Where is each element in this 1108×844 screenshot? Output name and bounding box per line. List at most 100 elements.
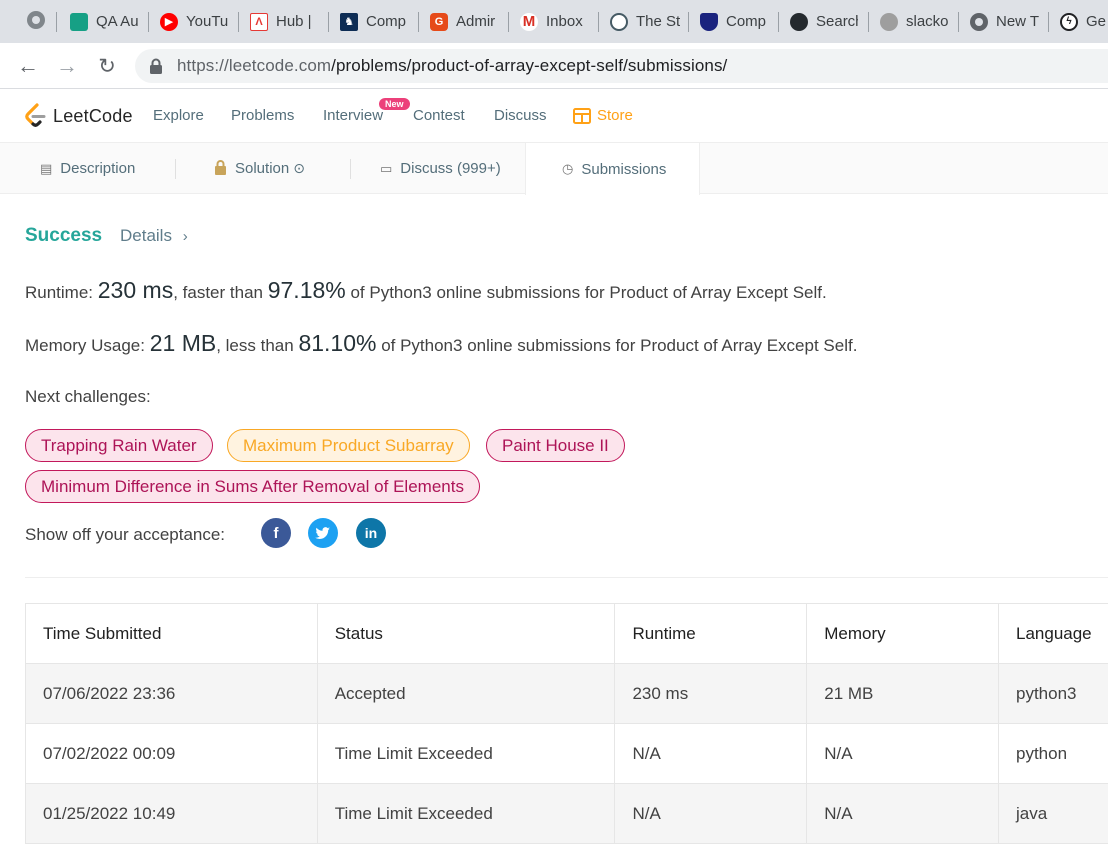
browser-tab[interactable]: M Inbox bbox=[520, 6, 590, 37]
nav-store-label: Store bbox=[597, 107, 633, 124]
next-challenges-label: Next challenges: bbox=[25, 387, 151, 407]
globe-icon[interactable] bbox=[22, 6, 50, 34]
browser-tab[interactable]: ▶ YouTu bbox=[160, 6, 230, 37]
nav-problems[interactable]: Problems bbox=[231, 107, 294, 124]
reload-icon[interactable]: ↻ bbox=[93, 52, 121, 80]
tab-title: slacko bbox=[906, 13, 949, 30]
browser-tab[interactable]: slacko bbox=[880, 6, 950, 37]
browser-tab[interactable]: QA Au bbox=[70, 6, 140, 37]
runtime-value: 230 ms bbox=[98, 277, 173, 303]
tab-discuss[interactable]: ▭ Discuss (999+) bbox=[380, 143, 501, 194]
lock-icon bbox=[214, 160, 227, 178]
header-memory[interactable]: Memory bbox=[807, 604, 999, 664]
bolt-icon: ϟ bbox=[1060, 13, 1078, 31]
tab-submissions-label: Submissions bbox=[581, 161, 666, 178]
url-text[interactable]: https://leetcode.com/problems/product-of… bbox=[177, 56, 727, 76]
linkedin-icon[interactable]: in bbox=[356, 518, 386, 548]
cell-time: 07/06/2022 23:36 bbox=[26, 664, 318, 724]
details-label: Details bbox=[120, 226, 172, 245]
globe-icon bbox=[880, 13, 898, 31]
address-bar[interactable]: https://leetcode.com/problems/product-of… bbox=[135, 49, 1108, 83]
runtime-stat: Runtime: 230 ms, faster than 97.18% of P… bbox=[25, 277, 827, 304]
forward-arrow-icon[interactable]: → bbox=[53, 52, 81, 80]
browser-toolbar: ← → ↻ https://leetcode.com/problems/prod… bbox=[0, 43, 1108, 89]
browser-tab[interactable]: Λ Hub | bbox=[250, 6, 320, 37]
tab-title: Comp bbox=[726, 13, 766, 30]
browser-tab[interactable]: ϟ Ge bbox=[1060, 6, 1108, 37]
cell-runtime: 230 ms bbox=[615, 664, 807, 724]
cell-language: java bbox=[999, 784, 1108, 844]
tab-submissions[interactable]: ◷ Submissions bbox=[525, 143, 700, 195]
table-row: 07/06/2022 23:36 Accepted 230 ms 21 MB p… bbox=[26, 664, 1108, 724]
description-icon: ▤ bbox=[40, 161, 52, 177]
nav-contest[interactable]: Contest bbox=[413, 107, 465, 124]
tab-description[interactable]: ▤ Description bbox=[40, 143, 135, 194]
cell-memory: N/A bbox=[807, 724, 999, 784]
divider bbox=[25, 577, 1108, 578]
runtime-tail: of Python3 online submissions for Produc… bbox=[350, 283, 826, 302]
browser-tab[interactable]: Search bbox=[790, 6, 858, 37]
cell-time: 01/25/2022 10:49 bbox=[26, 784, 318, 844]
tab-discuss-label: Discuss (999+) bbox=[400, 160, 500, 177]
nav-store[interactable]: Store bbox=[573, 107, 633, 124]
header-runtime[interactable]: Runtime bbox=[615, 604, 807, 664]
site-header: LeetCode Explore Problems Interview New … bbox=[0, 90, 1108, 143]
challenge-chip[interactable]: Minimum Difference in Sums After Removal… bbox=[25, 470, 480, 503]
cell-language: python3 bbox=[999, 664, 1108, 724]
browser-tab[interactable]: ♞ Comp bbox=[340, 6, 410, 37]
memory-value: 21 MB bbox=[150, 330, 216, 356]
youtube-icon: ▶ bbox=[160, 13, 178, 31]
details-link[interactable]: Details › bbox=[120, 226, 188, 246]
tab-title: The St bbox=[636, 13, 680, 30]
challenge-chip[interactable]: Trapping Rain Water bbox=[25, 429, 213, 462]
problem-tabs: ▤ Description Solution ⊙ ▭ Discuss (999+… bbox=[0, 143, 1108, 194]
header-time-submitted[interactable]: Time Submitted bbox=[26, 604, 318, 664]
submissions-table: Time Submitted Status Runtime Memory Lan… bbox=[25, 603, 1108, 844]
challenge-chip[interactable]: Paint House II bbox=[486, 429, 625, 462]
shield-icon bbox=[700, 13, 718, 31]
header-status[interactable]: Status bbox=[317, 604, 615, 664]
memory-percentile: 81.10% bbox=[298, 330, 376, 356]
lock-icon bbox=[149, 58, 163, 74]
tab-title: Hub | bbox=[276, 13, 312, 30]
browser-tab-bar: QA Au ▶ YouTu Λ Hub | ♞ Comp G Admir M I… bbox=[0, 0, 1108, 43]
leetcode-logo[interactable]: LeetCode bbox=[24, 103, 133, 129]
browser-tab[interactable]: New T bbox=[970, 6, 1040, 37]
browser-tab[interactable]: The St bbox=[610, 6, 680, 37]
tab-solution[interactable]: Solution ⊙ bbox=[214, 143, 305, 194]
memory-mid: , less than bbox=[216, 336, 294, 355]
tab-title: New T bbox=[996, 13, 1039, 30]
nav-explore[interactable]: Explore bbox=[153, 107, 204, 124]
table-row: 07/02/2022 00:09 Time Limit Exceeded N/A… bbox=[26, 724, 1108, 784]
store-icon bbox=[573, 108, 591, 124]
back-arrow-icon[interactable]: ← bbox=[14, 52, 42, 80]
gmail-icon: M bbox=[520, 13, 538, 31]
facebook-icon[interactable]: f bbox=[261, 518, 291, 548]
memory-label: Memory Usage: bbox=[25, 336, 145, 355]
header-language[interactable]: Language bbox=[999, 604, 1108, 664]
tab-title: Comp bbox=[366, 13, 406, 30]
nav-interview[interactable]: Interview bbox=[323, 107, 383, 124]
cell-status[interactable]: Time Limit Exceeded bbox=[317, 724, 615, 784]
tab-title: Ge bbox=[1086, 13, 1106, 30]
comment-icon: ▭ bbox=[380, 161, 392, 177]
memory-stat: Memory Usage: 21 MB, less than 81.10% of… bbox=[25, 330, 857, 357]
browser-tab[interactable]: G Admir bbox=[430, 6, 500, 37]
cell-status[interactable]: Time Limit Exceeded bbox=[317, 784, 615, 844]
play-circle-icon: ⊙ bbox=[293, 160, 305, 177]
tab-title: Admir bbox=[456, 13, 495, 30]
nav-discuss[interactable]: Discuss bbox=[494, 107, 547, 124]
chrome-icon bbox=[970, 13, 988, 31]
leetcode-logo-icon bbox=[24, 103, 46, 129]
qa-icon bbox=[70, 13, 88, 31]
runtime-mid: , faster than bbox=[173, 283, 263, 302]
result-status: Success bbox=[25, 225, 102, 247]
cell-runtime: N/A bbox=[615, 724, 807, 784]
url-domain: https://leetcode.com bbox=[177, 56, 331, 75]
challenge-chip[interactable]: Maximum Product Subarray bbox=[227, 429, 470, 462]
twitter-icon[interactable] bbox=[308, 518, 338, 548]
cell-status[interactable]: Accepted bbox=[317, 664, 615, 724]
g-icon: G bbox=[430, 13, 448, 31]
chevron-right-icon: › bbox=[183, 228, 188, 245]
browser-tab[interactable]: Comp bbox=[700, 6, 770, 37]
